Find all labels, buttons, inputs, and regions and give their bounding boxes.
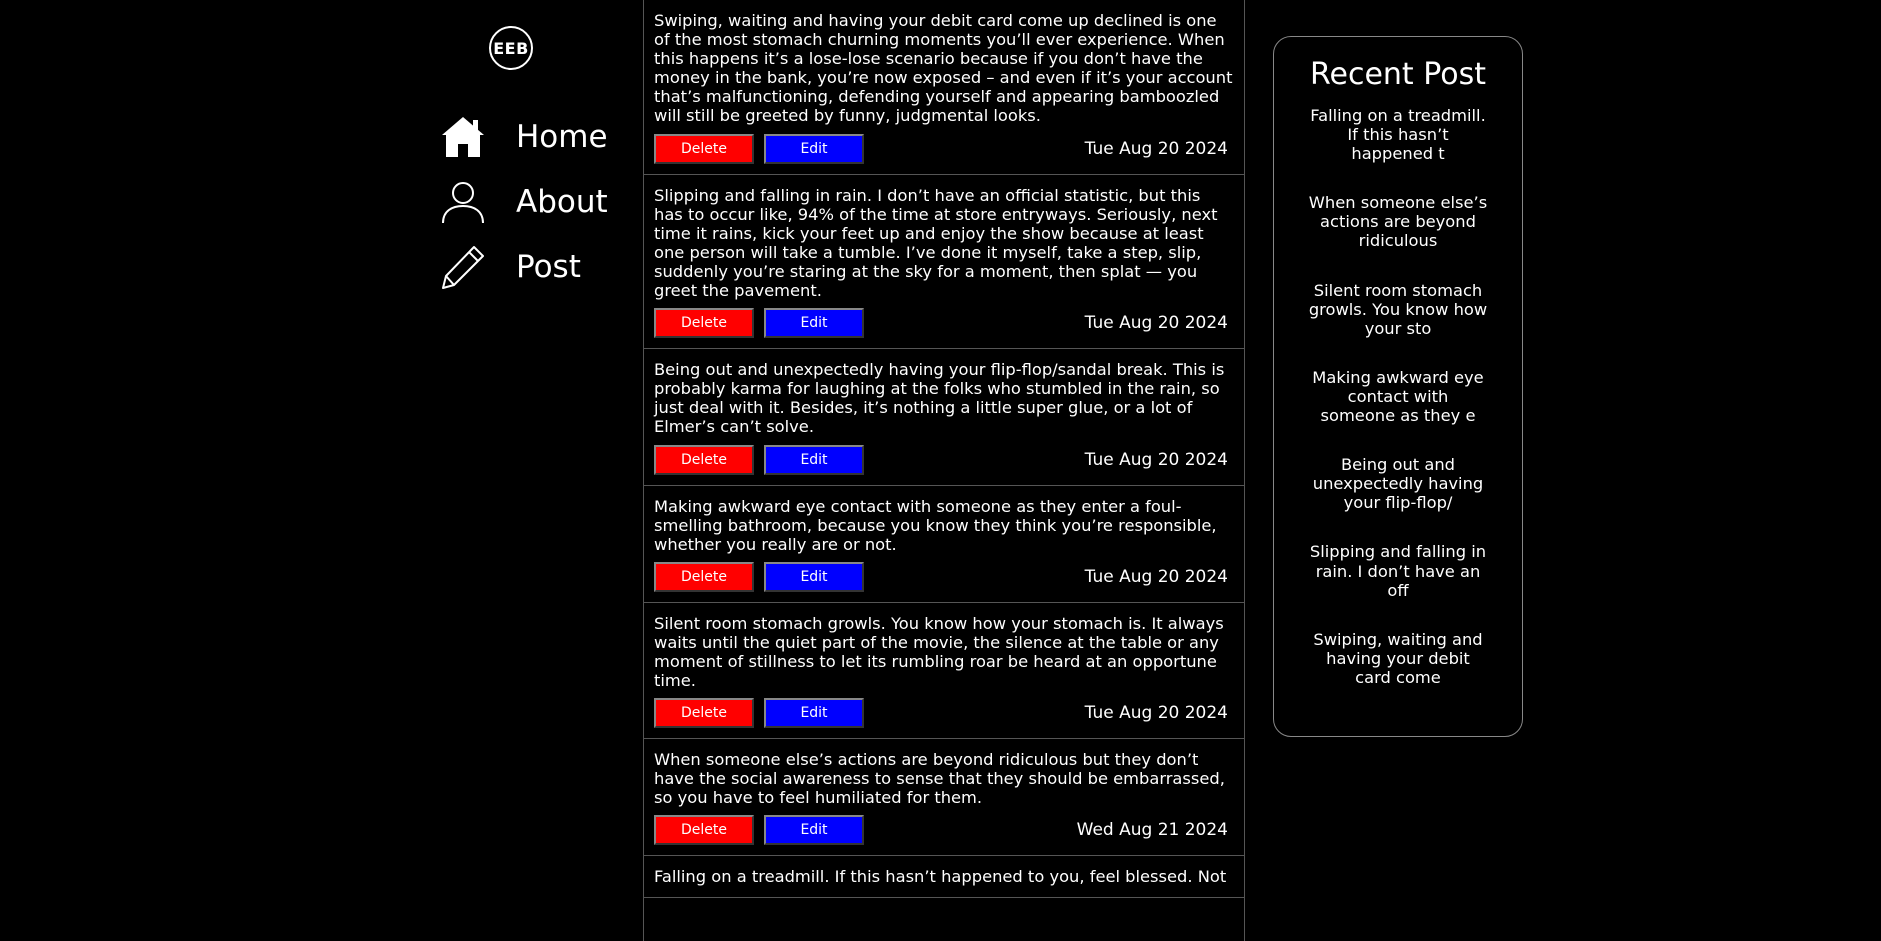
recent-post-item[interactable]: When someone else’s actions are beyond r…	[1308, 193, 1488, 250]
recent-post-title: Recent Post	[1310, 57, 1486, 92]
recent-post-item[interactable]: Being out and unexpectedly having your f…	[1308, 455, 1488, 512]
post-card: When someone else’s actions are beyond r…	[644, 739, 1244, 857]
pencil-icon	[440, 244, 486, 290]
user-icon	[440, 179, 486, 225]
logo-text: EEB	[493, 38, 529, 58]
post-date: Tue Aug 20 2024	[1084, 449, 1228, 470]
post-actions: Delete Edit Tue Aug 20 2024	[654, 698, 1234, 729]
edit-button[interactable]: Edit	[764, 444, 864, 475]
nav-label-post: Post	[516, 248, 581, 285]
post-actions: Delete Edit Tue Aug 20 2024	[654, 444, 1234, 475]
post-card: Falling on a treadmill. If this hasn’t h…	[644, 856, 1244, 898]
post-actions: Delete Edit Tue Aug 20 2024	[654, 561, 1234, 592]
nav-item-post[interactable]: Post	[440, 234, 608, 299]
edit-button[interactable]: Edit	[764, 133, 864, 164]
post-date: Wed Aug 21 2024	[1076, 820, 1228, 841]
post-actions: Delete Edit Tue Aug 20 2024	[654, 308, 1234, 339]
recent-post-item[interactable]: Falling on a treadmill. If this hasn’t h…	[1308, 106, 1488, 163]
sidebar-nav: Home About Post	[440, 104, 608, 299]
post-date: Tue Aug 20 2024	[1084, 566, 1228, 587]
post-text: Swiping, waiting and having your debit c…	[654, 11, 1233, 126]
recent-post-item[interactable]: Swiping, waiting and having your debit c…	[1308, 630, 1488, 687]
nav-item-about[interactable]: About	[440, 169, 608, 234]
post-card: Slipping and falling in rain. I don’t ha…	[644, 175, 1244, 350]
page: EEB Home About Post Swiping, waiting and…	[0, 0, 1881, 941]
post-date: Tue Aug 20 2024	[1084, 313, 1228, 334]
post-card: Silent room stomach growls. You know how…	[644, 603, 1244, 740]
site-logo[interactable]: EEB	[489, 26, 533, 70]
edit-button[interactable]: Edit	[764, 308, 864, 339]
post-text: Silent room stomach growls. You know how…	[654, 613, 1224, 691]
post-actions: Delete Edit Wed Aug 21 2024	[654, 815, 1234, 846]
post-text: Being out and unexpectedly having your f…	[654, 360, 1225, 437]
post-text: Slipping and falling in rain. I don’t ha…	[654, 185, 1218, 301]
post-actions: Delete Edit Tue Aug 20 2024	[654, 133, 1234, 164]
recent-post-item[interactable]: Slipping and falling in rain. I don’t ha…	[1308, 542, 1488, 599]
post-text: When someone else’s actions are beyond r…	[654, 750, 1225, 808]
nav-label-home: Home	[516, 118, 608, 155]
post-feed: Swiping, waiting and having your debit c…	[643, 0, 1245, 941]
post-card: Swiping, waiting and having your debit c…	[644, 0, 1244, 175]
post-text: Falling on a treadmill. If this hasn’t h…	[654, 867, 1227, 887]
edit-button[interactable]: Edit	[764, 561, 864, 592]
edit-button[interactable]: Edit	[764, 698, 864, 729]
delete-button[interactable]: Delete	[654, 815, 754, 846]
recent-post-item[interactable]: Silent room stomach growls. You know how…	[1308, 281, 1488, 338]
delete-button[interactable]: Delete	[654, 698, 754, 729]
post-date: Tue Aug 20 2024	[1084, 703, 1228, 724]
delete-button[interactable]: Delete	[654, 133, 754, 164]
home-icon	[440, 114, 486, 160]
delete-button[interactable]: Delete	[654, 308, 754, 339]
delete-button[interactable]: Delete	[654, 561, 754, 592]
post-date: Tue Aug 20 2024	[1084, 138, 1228, 159]
delete-button[interactable]: Delete	[654, 444, 754, 475]
recent-post-item[interactable]: Making awkward eye contact with someone …	[1308, 368, 1488, 425]
recent-post-panel: Recent Post Falling on a treadmill. If t…	[1273, 36, 1523, 737]
post-card: Being out and unexpectedly having your f…	[644, 349, 1244, 486]
nav-item-home[interactable]: Home	[440, 104, 608, 169]
edit-button[interactable]: Edit	[764, 815, 864, 846]
nav-label-about: About	[516, 183, 608, 220]
post-card: Making awkward eye contact with someone …	[644, 486, 1244, 603]
post-text: Making awkward eye contact with someone …	[654, 496, 1217, 554]
